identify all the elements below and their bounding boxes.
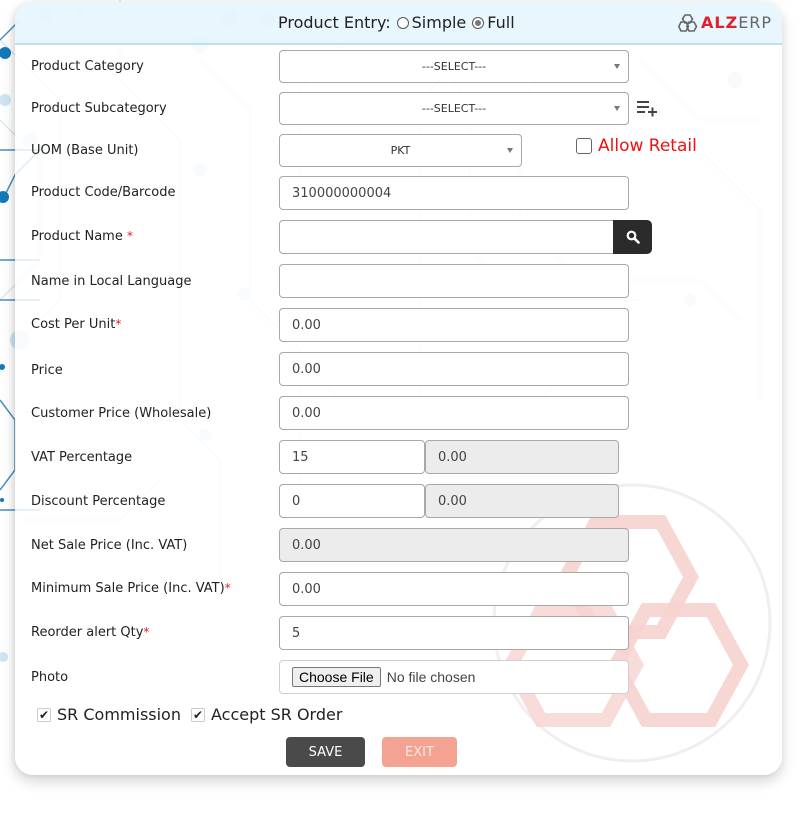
product-name-input[interactable] [279, 220, 615, 254]
save-button[interactable]: SAVE [286, 737, 365, 767]
product-code-value: 310000000004 [292, 185, 392, 201]
check-icon[interactable]: ✔ [37, 707, 51, 722]
vat-percentage-value: 15 [292, 449, 309, 465]
required-marker: * [143, 625, 150, 639]
label-product-category: Product Category [31, 59, 144, 74]
label-photo: Photo [31, 670, 69, 685]
label-price: Price [31, 363, 63, 378]
label-vat-percentage: VAT Percentage [31, 450, 133, 465]
allow-retail-label: Allow Retail [598, 136, 697, 156]
product-name-label-text: Product Name [31, 229, 127, 244]
check-icon[interactable]: ✔ [190, 707, 205, 722]
product-form: Product Category ---SELECT--- Product Su… [15, 2, 782, 775]
search-button[interactable] [613, 220, 652, 254]
discount-amount-field: 0.00 [425, 484, 619, 518]
playlist-add-icon[interactable] [636, 99, 658, 117]
vat-percentage-input[interactable]: 15 [279, 440, 425, 474]
label-uom: UOM (Base Unit) [31, 143, 139, 158]
product-subcategory-select[interactable]: ---SELECT--- [279, 92, 629, 125]
accept-sr-order-checkbox[interactable]: ✔ Accept SR Order [190, 705, 343, 724]
choose-file-button[interactable]: Choose File [292, 667, 381, 687]
price-value: 0.00 [292, 361, 321, 377]
search-icon [626, 230, 640, 244]
price-input[interactable]: 0.00 [279, 352, 629, 386]
vat-amount-value: 0.00 [438, 449, 467, 465]
net-sale-price-field: 0.00 [279, 528, 629, 562]
accept-sr-order-label: Accept SR Order [210, 705, 343, 724]
exit-button[interactable]: EXIT [382, 737, 457, 767]
product-entry-panel: Product Entry: Simple Full ALZERP Produc… [15, 2, 782, 775]
label-product-code: Product Code/Barcode [31, 185, 176, 200]
reorder-alert-qty-input[interactable]: 5 [279, 616, 629, 650]
sr-commission-label: SR Commission [57, 705, 181, 724]
product-subcategory-value: ---SELECT--- [421, 102, 487, 115]
cost-per-unit-input[interactable]: 0.00 [279, 308, 629, 342]
reorder-alert-qty-value: 5 [292, 625, 301, 641]
label-product-subcategory: Product Subcategory [31, 101, 167, 116]
reorder-label-text: Reorder alert Qty [31, 625, 144, 640]
minimum-sale-price-input[interactable]: 0.00 [279, 572, 629, 606]
sr-options: ✔ SR Commission ✔ Accept SR Order [37, 705, 346, 724]
product-category-select[interactable]: ---SELECT--- [279, 50, 629, 83]
allow-retail-box[interactable] [576, 138, 592, 154]
product-category-value: ---SELECT--- [421, 60, 487, 73]
cost-per-unit-value: 0.00 [292, 317, 321, 333]
required-marker: * [224, 581, 231, 595]
uom-select[interactable]: PKT [279, 134, 522, 167]
chevron-down-icon [614, 106, 620, 111]
required-marker: * [115, 317, 122, 331]
min-sale-label-text: Minimum Sale Price (Inc. VAT) [31, 581, 225, 596]
required-marker: * [126, 229, 133, 243]
customer-price-value: 0.00 [292, 405, 321, 421]
discount-percentage-input[interactable]: 0 [279, 484, 425, 518]
label-minimum-sale-price: Minimum Sale Price (Inc. VAT)* [31, 581, 231, 596]
uom-value: PKT [390, 144, 411, 157]
label-customer-price: Customer Price (Wholesale) [31, 406, 212, 421]
discount-percentage-value: 0 [292, 493, 301, 509]
label-product-name: Product Name * [31, 229, 133, 244]
label-net-sale-price: Net Sale Price (Inc. VAT) [31, 538, 188, 553]
vat-amount-field: 0.00 [425, 440, 619, 474]
label-discount-percentage: Discount Percentage [31, 494, 166, 509]
net-sale-price-value: 0.00 [292, 537, 321, 553]
minimum-sale-price-value: 0.00 [292, 581, 321, 597]
file-status: No file chosen [386, 669, 476, 685]
chevron-down-icon [614, 64, 620, 69]
allow-retail-checkbox[interactable]: Allow Retail [576, 136, 697, 156]
label-reorder-alert-qty: Reorder alert Qty* [31, 625, 149, 640]
chevron-down-icon [507, 148, 513, 153]
discount-amount-value: 0.00 [438, 493, 467, 509]
product-code-input[interactable]: 310000000004 [279, 176, 629, 210]
cost-label-text: Cost Per Unit [31, 317, 116, 332]
label-local-name: Name in Local Language [31, 274, 192, 289]
local-name-input[interactable] [279, 264, 629, 298]
photo-file-input[interactable]: Choose File No file chosen [279, 660, 629, 694]
label-cost-per-unit: Cost Per Unit* [31, 317, 121, 332]
customer-price-input[interactable]: 0.00 [279, 396, 629, 430]
sr-commission-checkbox[interactable]: ✔ SR Commission [37, 705, 181, 724]
